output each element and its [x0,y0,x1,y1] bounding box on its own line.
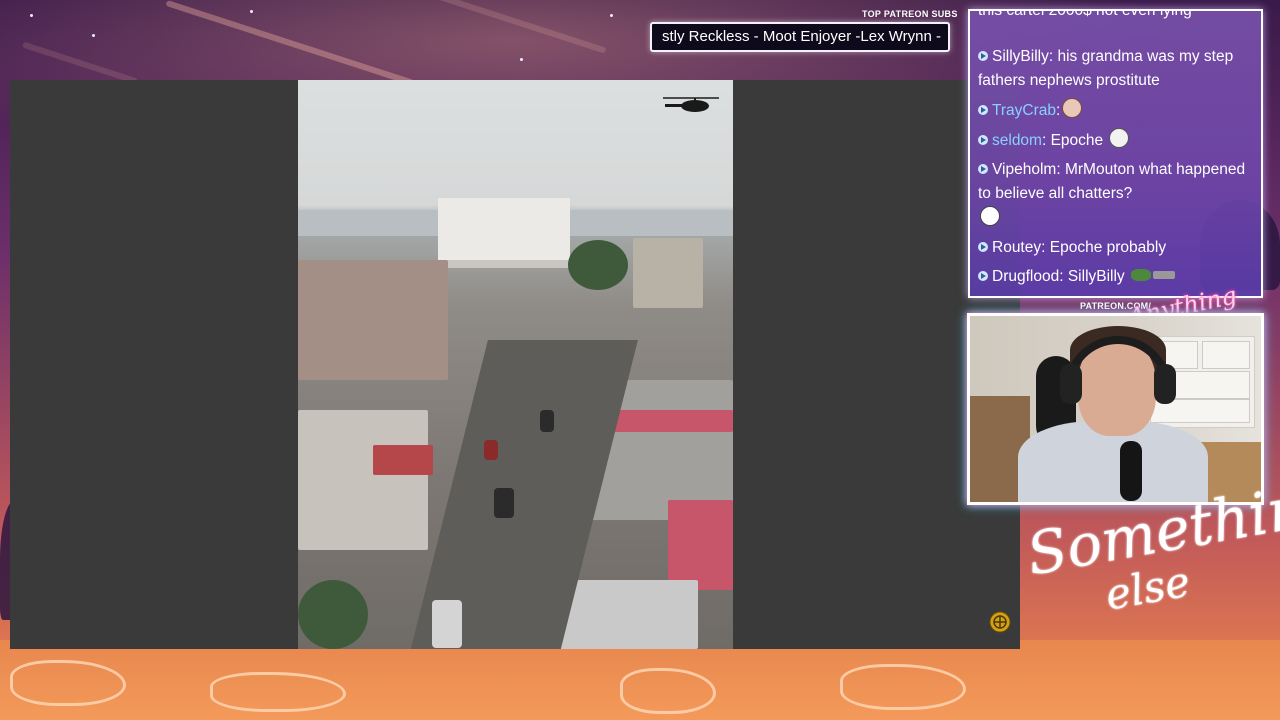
building [373,445,433,475]
chat-username[interactable]: Vipeholm [992,161,1056,178]
chat-message: Vipeholm: MrMouton what happened to beli… [978,158,1255,231]
pepe-emote [1131,269,1151,281]
star [610,14,613,17]
patreon-subs-label: TOP PATREON SUBS [862,9,958,19]
ground-crack [620,668,716,714]
gun-emote [1153,271,1175,279]
chat-message-text: SillyBilly [1067,268,1125,285]
tree [568,240,628,290]
hotel-building [438,198,570,268]
car [540,410,554,432]
chat-message: TrayCrab: [978,98,1255,123]
reply-arrow-icon [978,242,988,252]
chat-username[interactable]: seldom [992,132,1042,149]
chat-username[interactable]: SillyBilly [992,48,1049,65]
headphone-cup [1154,364,1176,404]
car [494,488,514,518]
car [432,600,462,648]
building [298,260,448,380]
tree [298,580,368,649]
patreon-subs-text: stly Reckless - Moot Enjoyer -Lex Wrynn … [662,28,941,45]
chat-username[interactable]: TrayCrab [992,102,1056,119]
building [298,410,428,550]
microphone [1120,441,1142,501]
patreon-subs-ticker: stly Reckless - Moot Enjoyer -Lex Wrynn … [650,22,950,52]
star [92,34,95,37]
chat-message-text: Epoche [1050,132,1104,149]
meme-face-emote [980,206,1000,226]
reply-arrow-icon [978,135,988,145]
chat-message: SillyBilly: his grandma was my step fath… [978,48,1234,89]
troll-emote [1109,128,1130,148]
ground-crack [210,672,346,712]
building [633,238,703,308]
car [484,440,498,460]
chat-message-text: Epoche probably [1049,239,1167,256]
face-emote [1062,98,1083,118]
chat-username[interactable]: Routey [992,239,1041,256]
star [520,58,523,61]
ground-crack [10,660,126,706]
reply-arrow-icon [978,271,988,281]
building [668,500,733,590]
star [250,10,253,13]
ground-crack [840,664,966,710]
chat-message-text: this cartel 2000$ not even lying [978,9,1192,19]
headphone-cup [1060,364,1082,404]
chat-username[interactable]: Drugflood [992,268,1059,285]
chat-message: Routey: Epoche probably [978,236,1255,260]
chat-panel[interactable]: this cartel 2000$ not even lying SillyBi… [968,9,1263,298]
helicopter-icon [663,97,719,112]
aerial-city-video [298,80,733,649]
chat-message-partial: this cartel 2000$ not even lying [978,9,1255,23]
star [30,14,33,17]
reply-arrow-icon [978,164,988,174]
webcam-feed [967,313,1264,505]
reply-arrow-icon [978,105,988,115]
reply-arrow-icon [978,51,988,61]
chat-message: seldom: Epoche [978,128,1255,153]
drawer [1202,341,1250,369]
chat-message-list[interactable]: SillyBilly: his grandma was my step fath… [978,45,1255,294]
globe-logo-icon [989,611,1011,633]
